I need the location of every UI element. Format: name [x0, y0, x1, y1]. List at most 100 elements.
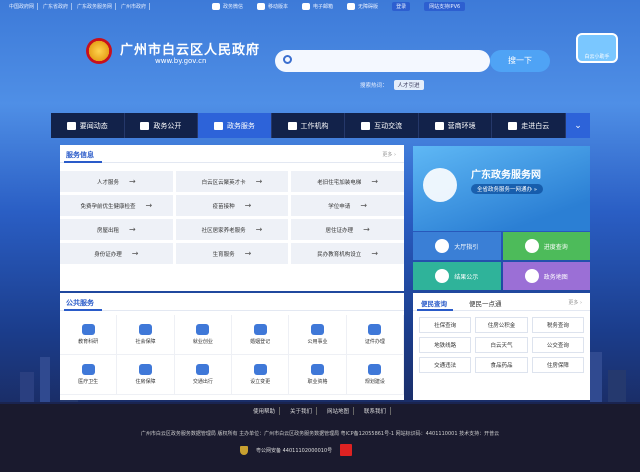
service-item[interactable]: 白云区云聚英才卡 →	[175, 171, 289, 192]
convenient-item[interactable]: 税务查询	[531, 317, 584, 333]
top-right-items: 政务微信 移动版本 电子邮箱 无障碍版 登录 网站支持IPV6	[212, 2, 466, 11]
convenient-item[interactable]: 住房公积金	[475, 317, 528, 333]
nav-item-interaction[interactable]: 互动交流	[345, 113, 419, 138]
tile-gov-map[interactable]: 政务地图	[502, 262, 590, 290]
quick-tiles: 大厅指引 进度查询 结果公示 政务地图	[413, 232, 590, 290]
gd-service-banner[interactable]: 广东政务服务网 全省政务服务一网通办 »	[413, 146, 590, 231]
nav-item-open-affairs[interactable]: 政务公开	[125, 113, 199, 138]
mobile-link[interactable]: 移动版本	[257, 3, 288, 10]
chart-icon	[434, 121, 444, 130]
nav-expand-button[interactable]: ⌄	[566, 113, 591, 138]
tile-result-notice[interactable]: 结果公示	[413, 262, 501, 290]
convenient-item[interactable]: 地铁线路	[419, 337, 472, 353]
header: 广州市白云区人民政府 www.by.gov.cn 搜一下 搜索热词： 人才引进 …	[0, 15, 640, 110]
tab-convenient-point[interactable]: 便民一点通	[469, 298, 502, 308]
accessibility-icon	[347, 3, 356, 10]
service-info-panel: 服务信息 更多 › 人才服务 → 白云区云聚英才卡 → 老旧住宅加装电梯 → 免费孕前…	[60, 145, 404, 291]
footer-link[interactable]: 使用帮助	[249, 407, 280, 415]
public-service-item[interactable]: 就业创业	[174, 315, 232, 355]
beian-text[interactable]: 粤公网安备 44011102000010号	[256, 447, 332, 454]
footer: 使用帮助 关于我们 网站地图 联系我们 广州市白云区政务服务数据管理局 版权所有…	[0, 404, 640, 472]
top-link[interactable]: 广州市政府	[118, 3, 151, 10]
search-button[interactable]: 搜一下	[490, 50, 550, 72]
public-service-item[interactable]: 婚姻登记	[231, 315, 290, 355]
mail-link[interactable]: 电子邮箱	[302, 3, 333, 10]
ipv6-badge: 网站支持IPV6	[424, 2, 466, 11]
login-button[interactable]: 登录	[392, 2, 411, 11]
service-item[interactable]: 疫苗接种 →	[175, 195, 289, 216]
public-service-item[interactable]: 规划建设	[346, 355, 404, 395]
accessibility-link[interactable]: 无障碍版	[347, 3, 378, 10]
convenient-item[interactable]: 社保查询	[419, 317, 472, 333]
public-service-item[interactable]: 社会保障	[117, 315, 175, 355]
more-link[interactable]: 更多 ›	[568, 299, 582, 306]
arrow-right-icon: →	[128, 225, 136, 234]
service-item[interactable]: 房屋出租 →	[60, 219, 173, 240]
service-item[interactable]: 免费孕前优生健康检查 →	[60, 195, 173, 216]
public-service-item[interactable]: 教育科研	[60, 315, 118, 355]
public-service-item[interactable]: 交通出行	[174, 355, 232, 395]
public-service-item[interactable]: 住房保障	[117, 355, 175, 395]
service-item[interactable]: 民办教育机构设立 →	[291, 243, 404, 264]
chat-icon	[361, 121, 371, 130]
top-link[interactable]: 中国政府网	[6, 3, 39, 10]
public-service-item[interactable]: 证件办理	[346, 315, 404, 355]
convenient-item[interactable]: 交通违法	[419, 357, 472, 373]
site-title[interactable]: 广州市白云区人民政府	[120, 39, 260, 58]
convenient-item[interactable]: 住房保障	[531, 357, 584, 373]
top-links: 中国政府网 广东省政府 广东政务服务网 广州市政府	[6, 3, 151, 10]
briefcase-icon	[196, 324, 210, 335]
nav-item-business[interactable]: 营商环境	[419, 113, 493, 138]
police-badge-icon	[240, 445, 248, 455]
tile-progress-query[interactable]: 进度查询	[502, 232, 590, 260]
public-service-item[interactable]: 职业资格	[289, 355, 347, 395]
mail-icon	[302, 3, 311, 10]
nav-item-agencies[interactable]: 工作机构	[272, 113, 346, 138]
nav-item-gov-services[interactable]: 政务服务	[198, 113, 272, 138]
service-item[interactable]: 学位申请 →	[291, 195, 404, 216]
footer-link[interactable]: 联系我们	[360, 407, 392, 415]
top-link[interactable]: 广东省政府	[40, 3, 73, 10]
document-icon	[253, 364, 267, 375]
service-item[interactable]: 老旧住宅加装电梯 →	[291, 171, 404, 192]
service-item[interactable]: 身份证办理 →	[60, 243, 173, 264]
tab-convenient-query[interactable]: 便民查询	[421, 298, 447, 308]
footer-link[interactable]: 网站地图	[323, 407, 355, 415]
convenient-item[interactable]: 食品药品	[475, 357, 528, 373]
house-icon	[138, 364, 152, 375]
wechat-link[interactable]: 政务微信	[212, 3, 243, 10]
badge-icon	[310, 364, 324, 375]
public-service-item[interactable]: 公用事业	[289, 315, 347, 355]
public-service-grid: 教育科研 社会保障 就业创业 婚姻登记 公用事业 证件办理 医疗卫生 住房保障 …	[60, 311, 404, 395]
footer-link[interactable]: 关于我们	[286, 407, 317, 415]
public-service-panel: 公共服务 教育科研 社会保障 就业创业 婚姻登记 公用事业 证件办理 医疗卫生 …	[60, 293, 404, 400]
tab-underline	[417, 309, 453, 311]
nav-item-baiyun[interactable]: 走进白云	[492, 113, 567, 138]
arrow-right-icon: →	[244, 201, 252, 210]
search-icon	[283, 55, 292, 64]
public-service-item[interactable]: 设立变更	[231, 355, 290, 395]
service-item[interactable]: 生育服务 →	[175, 243, 289, 264]
gov-site-badge-icon[interactable]	[340, 444, 353, 456]
tile-hall-guide[interactable]: 大厅指引	[413, 232, 501, 260]
top-link[interactable]: 广东政务服务网	[74, 3, 117, 10]
service-item[interactable]: 社区居家养老服务 →	[175, 219, 289, 240]
convenient-item[interactable]: 白云天气	[475, 337, 528, 353]
more-link[interactable]: 更多 ›	[382, 151, 396, 158]
service-item[interactable]: 人才服务 →	[60, 171, 173, 192]
nav-item-news[interactable]: 要闻动态	[51, 113, 125, 138]
search-input[interactable]	[275, 50, 490, 72]
signpost-icon	[435, 239, 450, 253]
convenient-item[interactable]: 公交查询	[531, 337, 584, 353]
service-item[interactable]: 居住证办理 →	[291, 219, 404, 240]
grid-icon	[508, 121, 518, 130]
assistant-mascot-button[interactable]: 白云小助手	[576, 33, 618, 63]
hot-search-tag[interactable]: 人才引进	[393, 80, 424, 90]
bus-icon	[196, 364, 210, 375]
hot-search-label: 搜索热词：	[360, 83, 388, 89]
public-service-item[interactable]: 医疗卫生	[60, 355, 118, 395]
pinwheel-logo-icon	[423, 168, 457, 202]
building-icon	[287, 121, 297, 130]
footer-info: 广州市白云区政务服务数据管理局 版权所有 主办单位：广州市白云区政务服务数据管理…	[140, 431, 500, 437]
site-domain: www.by.gov.cn	[155, 57, 207, 65]
